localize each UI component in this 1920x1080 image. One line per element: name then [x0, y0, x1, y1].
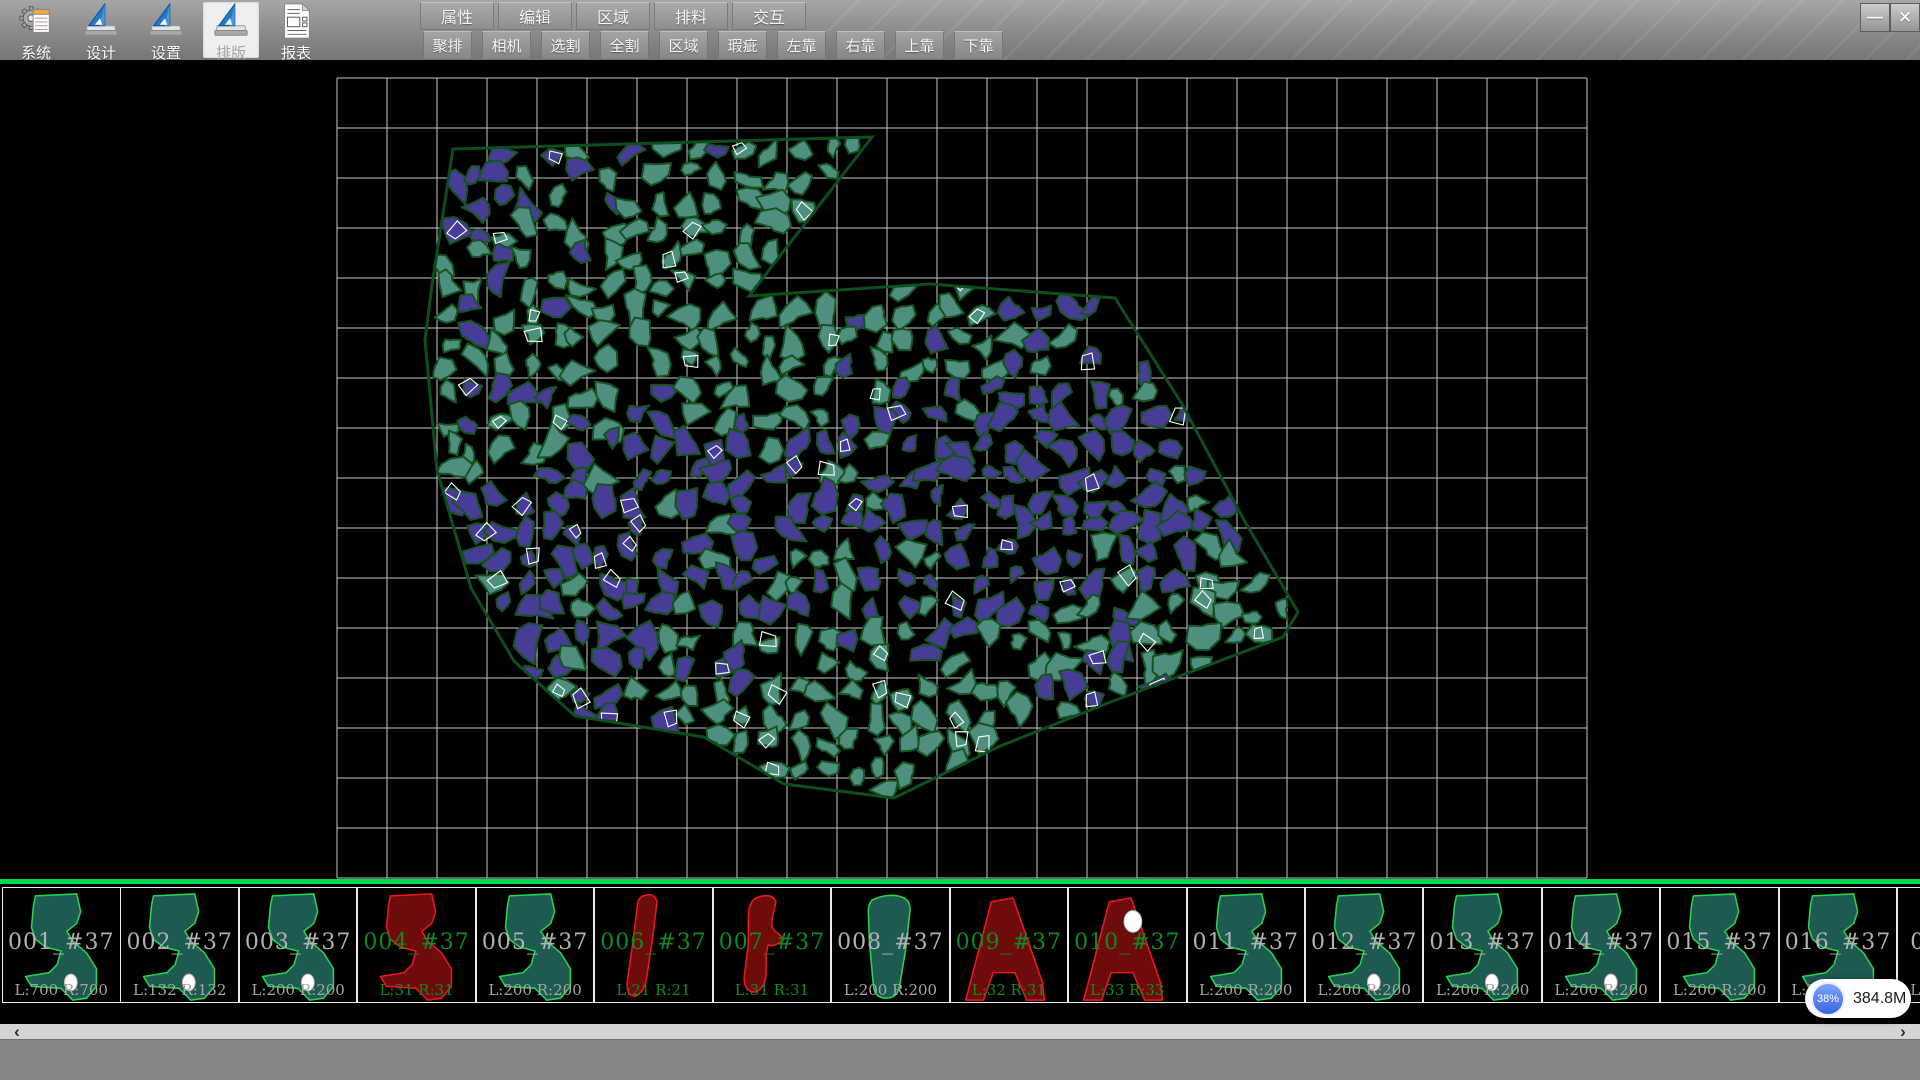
- piece-shape: [129, 890, 229, 1008]
- piece-shape: [1196, 890, 1296, 1008]
- status-bar: [0, 1039, 1920, 1080]
- menu-tab-交互[interactable]: 交互: [732, 2, 806, 30]
- piece-shape: [1432, 890, 1532, 1008]
- piece-shape: [722, 890, 822, 1008]
- menu-tab-属性[interactable]: 属性: [420, 2, 494, 30]
- piece-shape: [1669, 890, 1769, 1008]
- thumbnail-separator: [0, 879, 1920, 884]
- thumbnail-004_#37[interactable]: 004_#37L:31 R:31: [357, 887, 476, 1003]
- toolbar: 系统设计设置排版报表 属性编辑区域排料交互 聚排相机选割全割区域瑕疵左靠右靠上靠…: [0, 0, 1920, 60]
- thumbnail-006_#37[interactable]: 006_#37L:21 R:21: [594, 887, 713, 1003]
- thumbnail-007_#37[interactable]: 007_#37L:31 R:31: [713, 887, 832, 1003]
- thumbnail-002_#37[interactable]: 002_#37L:132 R:132: [120, 887, 239, 1003]
- thumbnail-013_#37[interactable]: 013_#37L:200 R:200: [1423, 887, 1542, 1003]
- tool-button-相机[interactable]: 相机: [482, 31, 531, 60]
- piece-shape: [840, 890, 940, 1008]
- tool-button-聚排[interactable]: 聚排: [423, 31, 472, 60]
- set-square-icon: [82, 2, 120, 45]
- piece-shape: [248, 890, 348, 1008]
- tool-button-选割[interactable]: 选割: [541, 31, 590, 60]
- piece-shape: [1077, 890, 1177, 1008]
- menu-tab-编辑[interactable]: 编辑: [498, 2, 572, 30]
- memory-value: 384.8M: [1853, 979, 1906, 1018]
- thumbnail-005_#37[interactable]: 005_#37L:200 R:200: [476, 887, 595, 1003]
- thumbnail-009_#37[interactable]: 009_#37L:32 R:31: [950, 887, 1069, 1003]
- report-document-icon: [277, 2, 315, 45]
- canvas-svg: [0, 60, 1920, 879]
- thumbnail-003_#37[interactable]: 003_#37L:200 R:200: [239, 887, 358, 1003]
- tool-button-上靠[interactable]: 上靠: [895, 31, 944, 60]
- tool-button-区域[interactable]: 区域: [659, 31, 708, 60]
- minimize-button[interactable]: —: [1860, 3, 1890, 32]
- piece-shape: [485, 890, 585, 1008]
- close-button[interactable]: ✕: [1890, 3, 1920, 32]
- set-square-icon: [212, 2, 250, 45]
- app-button-设计[interactable]: 设计: [73, 2, 129, 58]
- tool-button-瑕疵[interactable]: 瑕疵: [718, 31, 767, 60]
- memory-usage-badge: 38% 384.8M: [1805, 979, 1911, 1018]
- thumbnail-001_#37[interactable]: 001_#37L:700 R:700: [2, 887, 121, 1003]
- tool-button-下靠[interactable]: 下靠: [954, 31, 1003, 60]
- progress-circle-icon: 38%: [1811, 982, 1845, 1016]
- piece-shape: [11, 890, 111, 1008]
- thumbnail-012_#37[interactable]: 012_#37L:200 R:200: [1305, 887, 1424, 1003]
- progress-percent: 38%: [1817, 993, 1839, 1005]
- piece-shape: [959, 890, 1059, 1008]
- thumbnail-008_#37[interactable]: 008_#37L:200 R:200: [831, 887, 950, 1003]
- menu-tab-排料[interactable]: 排料: [654, 2, 728, 30]
- piece-shape: [366, 890, 466, 1008]
- piece-shape: [603, 890, 703, 1008]
- app-button-报表[interactable]: 报表: [268, 2, 324, 58]
- app-button-设置[interactable]: 设置: [138, 2, 194, 58]
- nesting-canvas[interactable]: [0, 60, 1920, 879]
- scroll-left-icon[interactable]: ‹: [2, 1024, 32, 1039]
- piece-shape: [1551, 890, 1651, 1008]
- leather-hide-outline: [425, 137, 1298, 798]
- scroll-right-icon[interactable]: ›: [1888, 1024, 1918, 1039]
- app-window: 系统设计设置排版报表 属性编辑区域排料交互 聚排相机选割全割区域瑕疵左靠右靠上靠…: [0, 0, 1920, 1080]
- menu-tab-区域[interactable]: 区域: [576, 2, 650, 30]
- app-button-系统[interactable]: 系统: [8, 2, 64, 58]
- gear-document-icon: [17, 2, 55, 45]
- piece-shape: [1314, 890, 1414, 1008]
- thumbnail-010_#37[interactable]: 010_#37L:33 R:33: [1068, 887, 1187, 1003]
- set-square-icon: [147, 2, 185, 45]
- thumbnail-015_#37[interactable]: 015_#37L:200 R:200: [1660, 887, 1779, 1003]
- thumbnail-014_#37[interactable]: 014_#37L:200 R:200: [1542, 887, 1661, 1003]
- tool-button-右靠[interactable]: 右靠: [836, 31, 885, 60]
- horizontal-scrollbar[interactable]: ‹ ›: [0, 1024, 1920, 1039]
- tool-button-全割[interactable]: 全割: [600, 31, 649, 60]
- app-button-排版[interactable]: 排版: [203, 2, 259, 58]
- tool-button-左靠[interactable]: 左靠: [777, 31, 826, 60]
- thumbnail-011_#37[interactable]: 011_#37L:200 R:200: [1187, 887, 1306, 1003]
